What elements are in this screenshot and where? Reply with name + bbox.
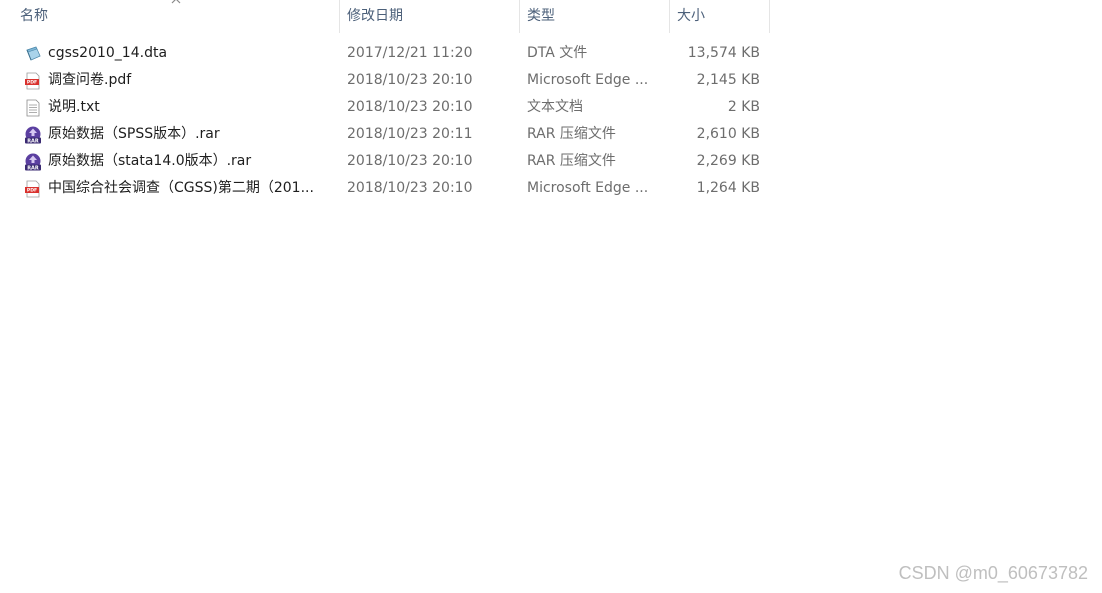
file-row[interactable]: PDF 中国综合社会调查（CGSS)第二期（201... 2018/10/23 … (0, 175, 770, 202)
file-size: 2 KB (727, 99, 760, 115)
svg-text:RAR: RAR (27, 138, 39, 144)
file-name: 中国综合社会调查（CGSS)第二期（201... (48, 180, 314, 196)
column-header-name[interactable]: 名称 (12, 0, 340, 33)
rar-file-icon: RAR (25, 126, 41, 144)
file-name: cgss2010_14.dta (48, 45, 168, 61)
file-size: 1,264 KB (696, 180, 760, 196)
file-type: Microsoft Edge ... (527, 72, 649, 88)
column-header-date[interactable]: 修改日期 (339, 0, 519, 33)
file-date: 2017/12/21 11:20 (347, 45, 473, 61)
file-row[interactable]: RAR 原始数据（SPSS版本）.rar 2018/10/23 20:11 RA… (0, 121, 770, 148)
file-date: 2018/10/23 20:10 (347, 153, 473, 169)
dta-file-icon (26, 46, 41, 61)
svg-text:PDF: PDF (27, 188, 37, 194)
file-date: 2018/10/23 20:10 (347, 99, 473, 115)
pdf-file-icon: PDF (25, 180, 40, 198)
file-type: RAR 压缩文件 (527, 126, 616, 142)
file-explorer: 名称 修改日期 类型 大小 cgss2010_14.dta 2017/12/21… (0, 0, 1102, 593)
file-size: 2,610 KB (696, 126, 760, 142)
column-header-type[interactable]: 类型 (519, 0, 669, 33)
watermark-text: CSDN @m0_60673782 (898, 563, 1088, 583)
file-size: 2,145 KB (696, 72, 760, 88)
file-row[interactable]: 说明.txt 2018/10/23 20:10 文本文档 2 KB (0, 94, 770, 121)
file-row[interactable]: RAR 原始数据（stata14.0版本）.rar 2018/10/23 20:… (0, 148, 770, 175)
txt-file-icon (26, 99, 40, 117)
svg-text:RAR: RAR (27, 165, 39, 171)
file-type: 文本文档 (527, 99, 583, 115)
file-name: 原始数据（stata14.0版本）.rar (48, 153, 252, 169)
file-type: RAR 压缩文件 (527, 153, 616, 169)
file-type: DTA 文件 (527, 45, 588, 61)
rar-file-icon: RAR (25, 153, 41, 171)
svg-text:PDF: PDF (27, 80, 37, 86)
file-list: cgss2010_14.dta 2017/12/21 11:20 DTA 文件 … (0, 40, 770, 202)
file-name: 说明.txt (48, 99, 100, 115)
column-divider[interactable] (769, 0, 770, 33)
column-header-bar: 名称 修改日期 类型 大小 (0, 0, 770, 33)
file-date: 2018/10/23 20:10 (347, 180, 473, 196)
file-date: 2018/10/23 20:11 (347, 126, 473, 142)
file-size: 2,269 KB (696, 153, 760, 169)
file-type: Microsoft Edge ... (527, 180, 649, 196)
file-size: 13,574 KB (687, 45, 760, 61)
file-name: 调查问卷.pdf (48, 72, 132, 88)
file-row[interactable]: PDF 调查问卷.pdf 2018/10/23 20:10 Microsoft … (0, 67, 770, 94)
column-header-size[interactable]: 大小 (669, 0, 770, 33)
file-row[interactable]: cgss2010_14.dta 2017/12/21 11:20 DTA 文件 … (0, 40, 770, 67)
file-date: 2018/10/23 20:10 (347, 72, 473, 88)
pdf-file-icon: PDF (25, 72, 40, 90)
file-name: 原始数据（SPSS版本）.rar (48, 126, 220, 142)
